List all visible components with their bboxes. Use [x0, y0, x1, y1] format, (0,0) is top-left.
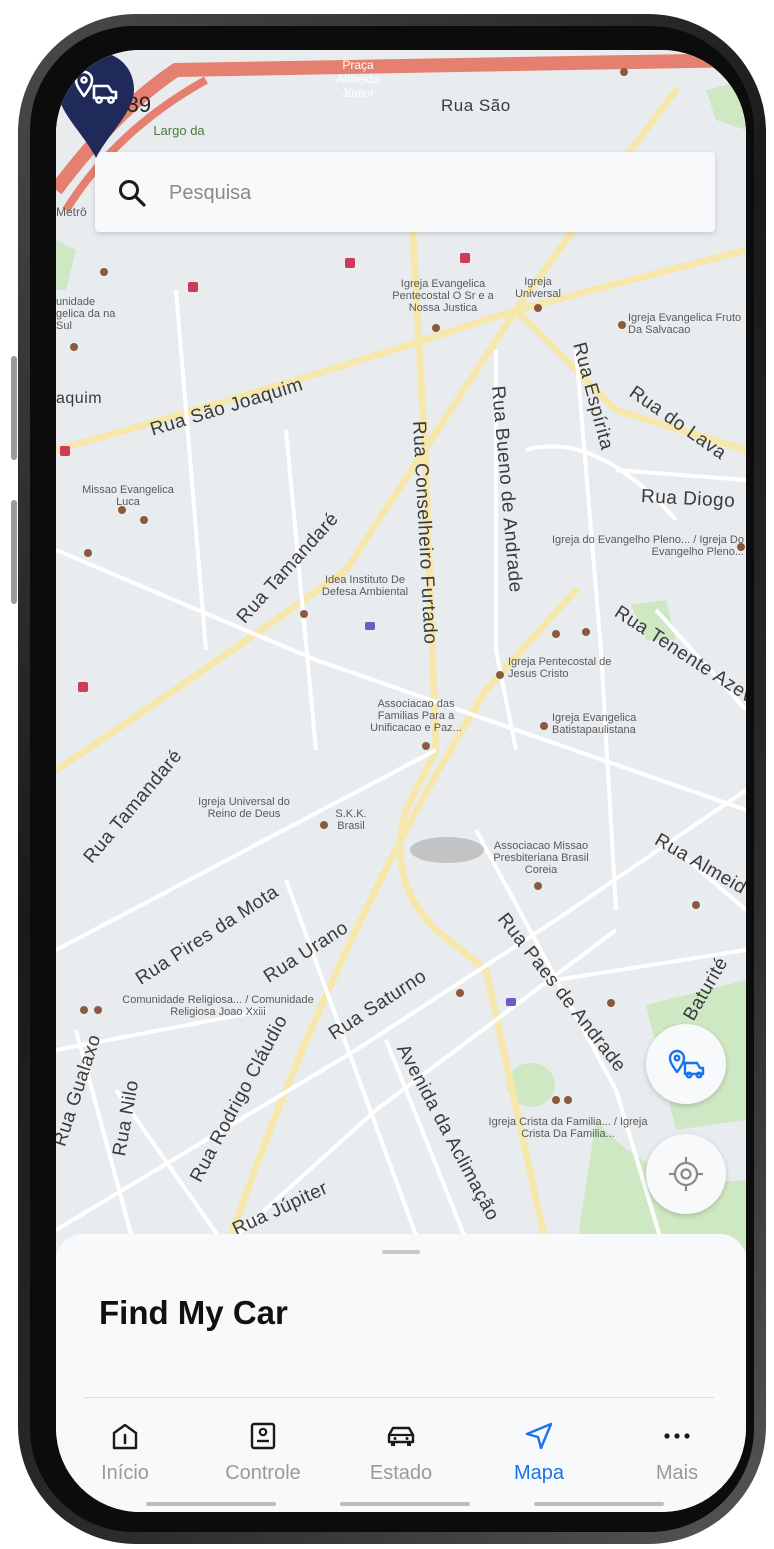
car-pin-icon	[668, 1049, 705, 1079]
poi-label: Missao Evangelica Luca	[82, 484, 174, 508]
bottom-nav: Início Controle Estado Mapa Mais	[56, 1398, 746, 1512]
poi-label: unidade gelica da na Sul	[56, 296, 116, 332]
place-label: Metrô	[56, 205, 87, 219]
gesture-bar	[146, 1502, 276, 1506]
sheet-drag-handle[interactable]	[382, 1250, 420, 1254]
road-label: Rua São	[441, 96, 511, 115]
nav-label: Mais	[655, 1462, 699, 1484]
nav-label: Início	[101, 1462, 149, 1484]
gesture-bar	[340, 1502, 470, 1506]
car-location-button[interactable]	[646, 1024, 726, 1104]
power-button	[11, 500, 17, 604]
search-input[interactable]	[167, 170, 691, 216]
nav-label: Controle	[225, 1462, 301, 1484]
sheet-title: Find My Car	[99, 1294, 288, 1331]
search-bar[interactable]	[95, 152, 715, 232]
place-label: Largo da Pólvora	[153, 124, 205, 138]
place-label: Praça Almeida Júnior	[336, 58, 380, 100]
pin-shadow	[410, 837, 484, 863]
nav-item-controle[interactable]: Controle	[194, 1398, 332, 1498]
poi-label: Idea Instituto De Defesa Ambiental	[321, 574, 409, 598]
more-dots-icon	[664, 1433, 690, 1439]
gesture-bar	[534, 1502, 664, 1506]
poi-label: Igreja Crista da Familia... / Igreja Cri…	[488, 1116, 648, 1140]
nav-item-mapa[interactable]: Mapa	[470, 1398, 608, 1498]
poi-label: Igreja Evangelica Pentecostal O Sr e a N…	[392, 278, 494, 314]
road-label: aquim	[56, 390, 103, 407]
phone-screen: 14:39 Rua São Joaquim Rua Tamandaré Rua …	[56, 50, 746, 1512]
nav-item-mais[interactable]: Mais	[608, 1398, 746, 1498]
nav-label: Mapa	[513, 1462, 565, 1484]
nav-label: Estado	[369, 1462, 433, 1484]
poi-label: Igreja do Evangelho Pleno... / Igreja Do…	[551, 534, 744, 558]
poi-label: Igreja Evangelica Fruto Da Salvacao	[628, 312, 742, 336]
poi-label: Igreja Evangelica Batistapaulistana	[552, 712, 637, 736]
poi-label: Comunidade Religiosa... / Comunidade Rel…	[122, 994, 314, 1018]
home-icon	[112, 1423, 138, 1450]
poi-label: Igreja Universal do Reino de Deus	[198, 796, 290, 820]
map-roads	[56, 53, 746, 1290]
search-icon	[119, 180, 146, 207]
crosshair-icon	[669, 1157, 703, 1191]
poi-label: S.K.K. Brasil	[335, 808, 367, 832]
poi-label: Igreja Pentecostal de Jesus Cristo	[508, 656, 612, 680]
poi-label: Associacao das Familias Para a Unificaca…	[370, 698, 462, 734]
my-location-button[interactable]	[646, 1134, 726, 1214]
volume-button	[11, 356, 17, 460]
navigation-arrow-icon	[525, 1422, 553, 1450]
poi-label: Associacao Missao Presbiteriana Brasil C…	[493, 840, 589, 876]
remote-icon	[250, 1422, 276, 1450]
poi-label: Igreja Universal	[515, 276, 561, 300]
car-location-pin[interactable]	[56, 50, 136, 160]
car-icon	[387, 1426, 415, 1446]
bottom-sheet[interactable]: Find My Car Início Controle Estado Mapa …	[56, 1234, 746, 1512]
nav-item-estado[interactable]: Estado	[332, 1398, 470, 1498]
nav-item-inicio[interactable]: Início	[56, 1398, 194, 1498]
map-view[interactable]: 14:39 Rua São Joaquim Rua Tamandaré Rua …	[56, 50, 746, 1290]
